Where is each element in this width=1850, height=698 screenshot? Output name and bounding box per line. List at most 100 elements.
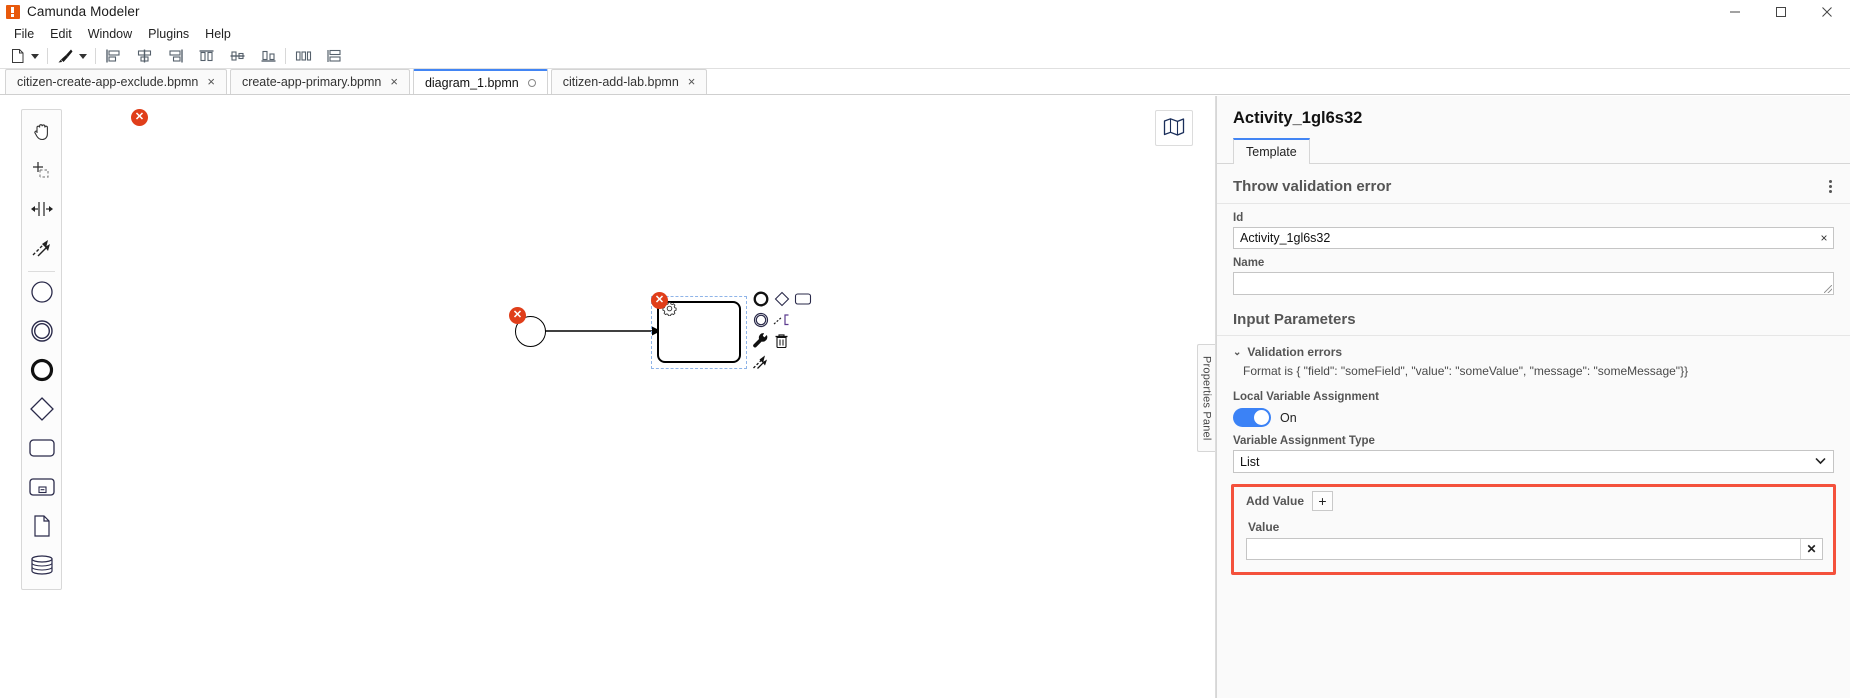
error-badge-task[interactable]: ✕	[651, 292, 668, 309]
file-tab-citizen-add-lab[interactable]: citizen-add-lab.bpmn ×	[550, 69, 708, 94]
id-input[interactable]	[1234, 228, 1814, 248]
connect-arrow-icon[interactable]	[750, 351, 771, 372]
tab-label: citizen-create-app-exclude.bpmn	[17, 75, 199, 89]
change-type-wrench-icon[interactable]	[750, 330, 771, 351]
kebab-menu-icon[interactable]	[1827, 177, 1834, 196]
palette-task[interactable]	[22, 430, 61, 469]
menu-item-plugins[interactable]: Plugins	[140, 24, 197, 44]
file-tab-citizen-create-app-exclude[interactable]: citizen-create-app-exclude.bpmn ×	[5, 69, 227, 94]
title-bar: Camunda Modeler	[0, 0, 1850, 23]
menu-item-file[interactable]: File	[6, 24, 42, 44]
new-file-caret-icon[interactable]	[28, 46, 41, 67]
properties-panel-toggle-tab[interactable]: Properties Panel	[1197, 344, 1215, 452]
value-input[interactable]	[1247, 539, 1800, 559]
value-input-wrapper[interactable]: ✕	[1246, 538, 1823, 560]
file-tab-create-app-primary[interactable]: create-app-primary.bpmn ×	[229, 69, 410, 94]
maximize-button[interactable]	[1758, 0, 1804, 23]
start-event-icon	[30, 280, 54, 307]
properties-panel-tabs: Template	[1217, 137, 1850, 164]
append-gateway-icon[interactable]	[771, 288, 792, 309]
paintbrush-caret-icon[interactable]	[76, 46, 89, 67]
delete-trash-icon[interactable]	[771, 330, 792, 351]
palette-gateway[interactable]	[22, 391, 61, 430]
add-value-row: Add Value +	[1234, 487, 1833, 511]
menu-item-window[interactable]: Window	[80, 24, 140, 44]
tab-unsaved-indicator-icon[interactable]	[527, 78, 536, 87]
field-variable-assignment-type: Variable Assignment Type List	[1217, 427, 1850, 473]
minimize-button[interactable]	[1712, 0, 1758, 23]
palette-end-event[interactable]	[22, 352, 61, 391]
append-task-icon[interactable]	[792, 288, 813, 309]
task-icon	[28, 437, 56, 462]
file-tab-diagram-1[interactable]: diagram_1.bpmn	[412, 69, 548, 94]
toolbar	[0, 44, 1850, 69]
append-text-annotation-icon[interactable]	[771, 309, 792, 330]
chevron-down-icon: ⌄	[1233, 346, 1242, 358]
hand-tool-icon	[31, 120, 53, 145]
data-store-icon	[29, 554, 55, 579]
menu-item-help[interactable]: Help	[197, 24, 239, 44]
align-bottom-icon[interactable]	[257, 46, 279, 67]
id-clear-icon[interactable]: ×	[1814, 228, 1833, 248]
tab-close-icon[interactable]: ×	[207, 75, 215, 88]
align-right-icon[interactable]	[164, 46, 186, 67]
name-textarea[interactable]	[1233, 272, 1834, 295]
align-left-icon[interactable]	[102, 46, 124, 67]
error-badge-canvas[interactable]: ✕	[131, 109, 148, 126]
distribute-vertically-icon[interactable]	[323, 46, 345, 67]
align-top-icon[interactable]	[195, 46, 217, 67]
add-value-highlight-box: Add Value + Value ✕	[1231, 484, 1836, 575]
file-tab-bar: citizen-create-app-exclude.bpmn × create…	[0, 69, 1850, 95]
close-button[interactable]	[1804, 0, 1850, 23]
minimap-toggle-button[interactable]	[1155, 110, 1193, 146]
error-badge-start-event[interactable]: ✕	[509, 307, 526, 324]
toolbar-separator-1	[47, 48, 48, 64]
palette-intermediate-event[interactable]	[22, 313, 61, 352]
palette-data-object[interactable]	[22, 508, 61, 547]
field-id: Id ×	[1217, 204, 1850, 249]
align-middle-icon[interactable]	[226, 46, 248, 67]
toggle-state-label: On	[1280, 410, 1297, 425]
template-group-title: Throw validation error	[1233, 178, 1392, 195]
validation-errors-subgroup-header[interactable]: ⌄ Validation errors	[1217, 336, 1850, 361]
local-variable-toggle[interactable]	[1233, 408, 1271, 427]
new-file-icon[interactable]	[6, 46, 28, 67]
field-name: Name	[1217, 249, 1850, 295]
name-label: Name	[1233, 257, 1265, 269]
variable-assignment-type-select[interactable]: List	[1233, 450, 1834, 473]
paintbrush-icon[interactable]	[54, 46, 76, 67]
distribute-horizontally-icon[interactable]	[292, 46, 314, 67]
palette-data-store[interactable]	[22, 547, 61, 586]
palette-hand-tool[interactable]	[22, 113, 61, 152]
local-variable-toggle-row[interactable]: On	[1233, 406, 1834, 427]
window-controls	[1712, 0, 1850, 23]
palette-subprocess[interactable]	[22, 469, 61, 508]
tab-close-icon[interactable]: ×	[390, 75, 398, 88]
palette-start-event[interactable]	[22, 274, 61, 313]
tab-close-icon[interactable]: ×	[688, 75, 696, 88]
toolbar-separator-2	[95, 48, 96, 64]
minimap-icon	[1163, 117, 1185, 140]
add-value-plus-button[interactable]: +	[1312, 491, 1334, 511]
append-end-event-icon[interactable]	[750, 288, 771, 309]
id-input-wrapper[interactable]: ×	[1233, 227, 1834, 249]
local-variable-assignment-label: Local Variable Assignment	[1233, 391, 1379, 403]
append-intermediate-event-icon[interactable]	[750, 309, 771, 330]
palette-space-tool[interactable]	[22, 191, 61, 230]
palette-lasso-tool[interactable]	[22, 152, 61, 191]
align-center-icon[interactable]	[133, 46, 155, 67]
properties-panel-body: Throw validation error Id × Name Input P…	[1217, 164, 1850, 698]
subprocess-icon	[28, 476, 56, 501]
value-clear-icon[interactable]: ✕	[1800, 539, 1822, 559]
lasso-tool-icon	[31, 159, 53, 184]
app-title: Camunda Modeler	[27, 4, 140, 19]
menu-item-edit[interactable]: Edit	[42, 24, 80, 44]
context-pad	[750, 288, 813, 372]
properties-panel-title: Activity_1gl6s32	[1233, 109, 1363, 127]
bpmn-canvas[interactable]: ✕ ✕ ✕ Properties Panel	[0, 96, 1216, 698]
space-tool-icon	[30, 199, 54, 222]
toggle-knob	[1254, 410, 1269, 425]
tab-template[interactable]: Template	[1233, 138, 1310, 164]
palette-global-connect-tool[interactable]	[22, 230, 61, 269]
chevron-down-icon	[1815, 456, 1826, 467]
